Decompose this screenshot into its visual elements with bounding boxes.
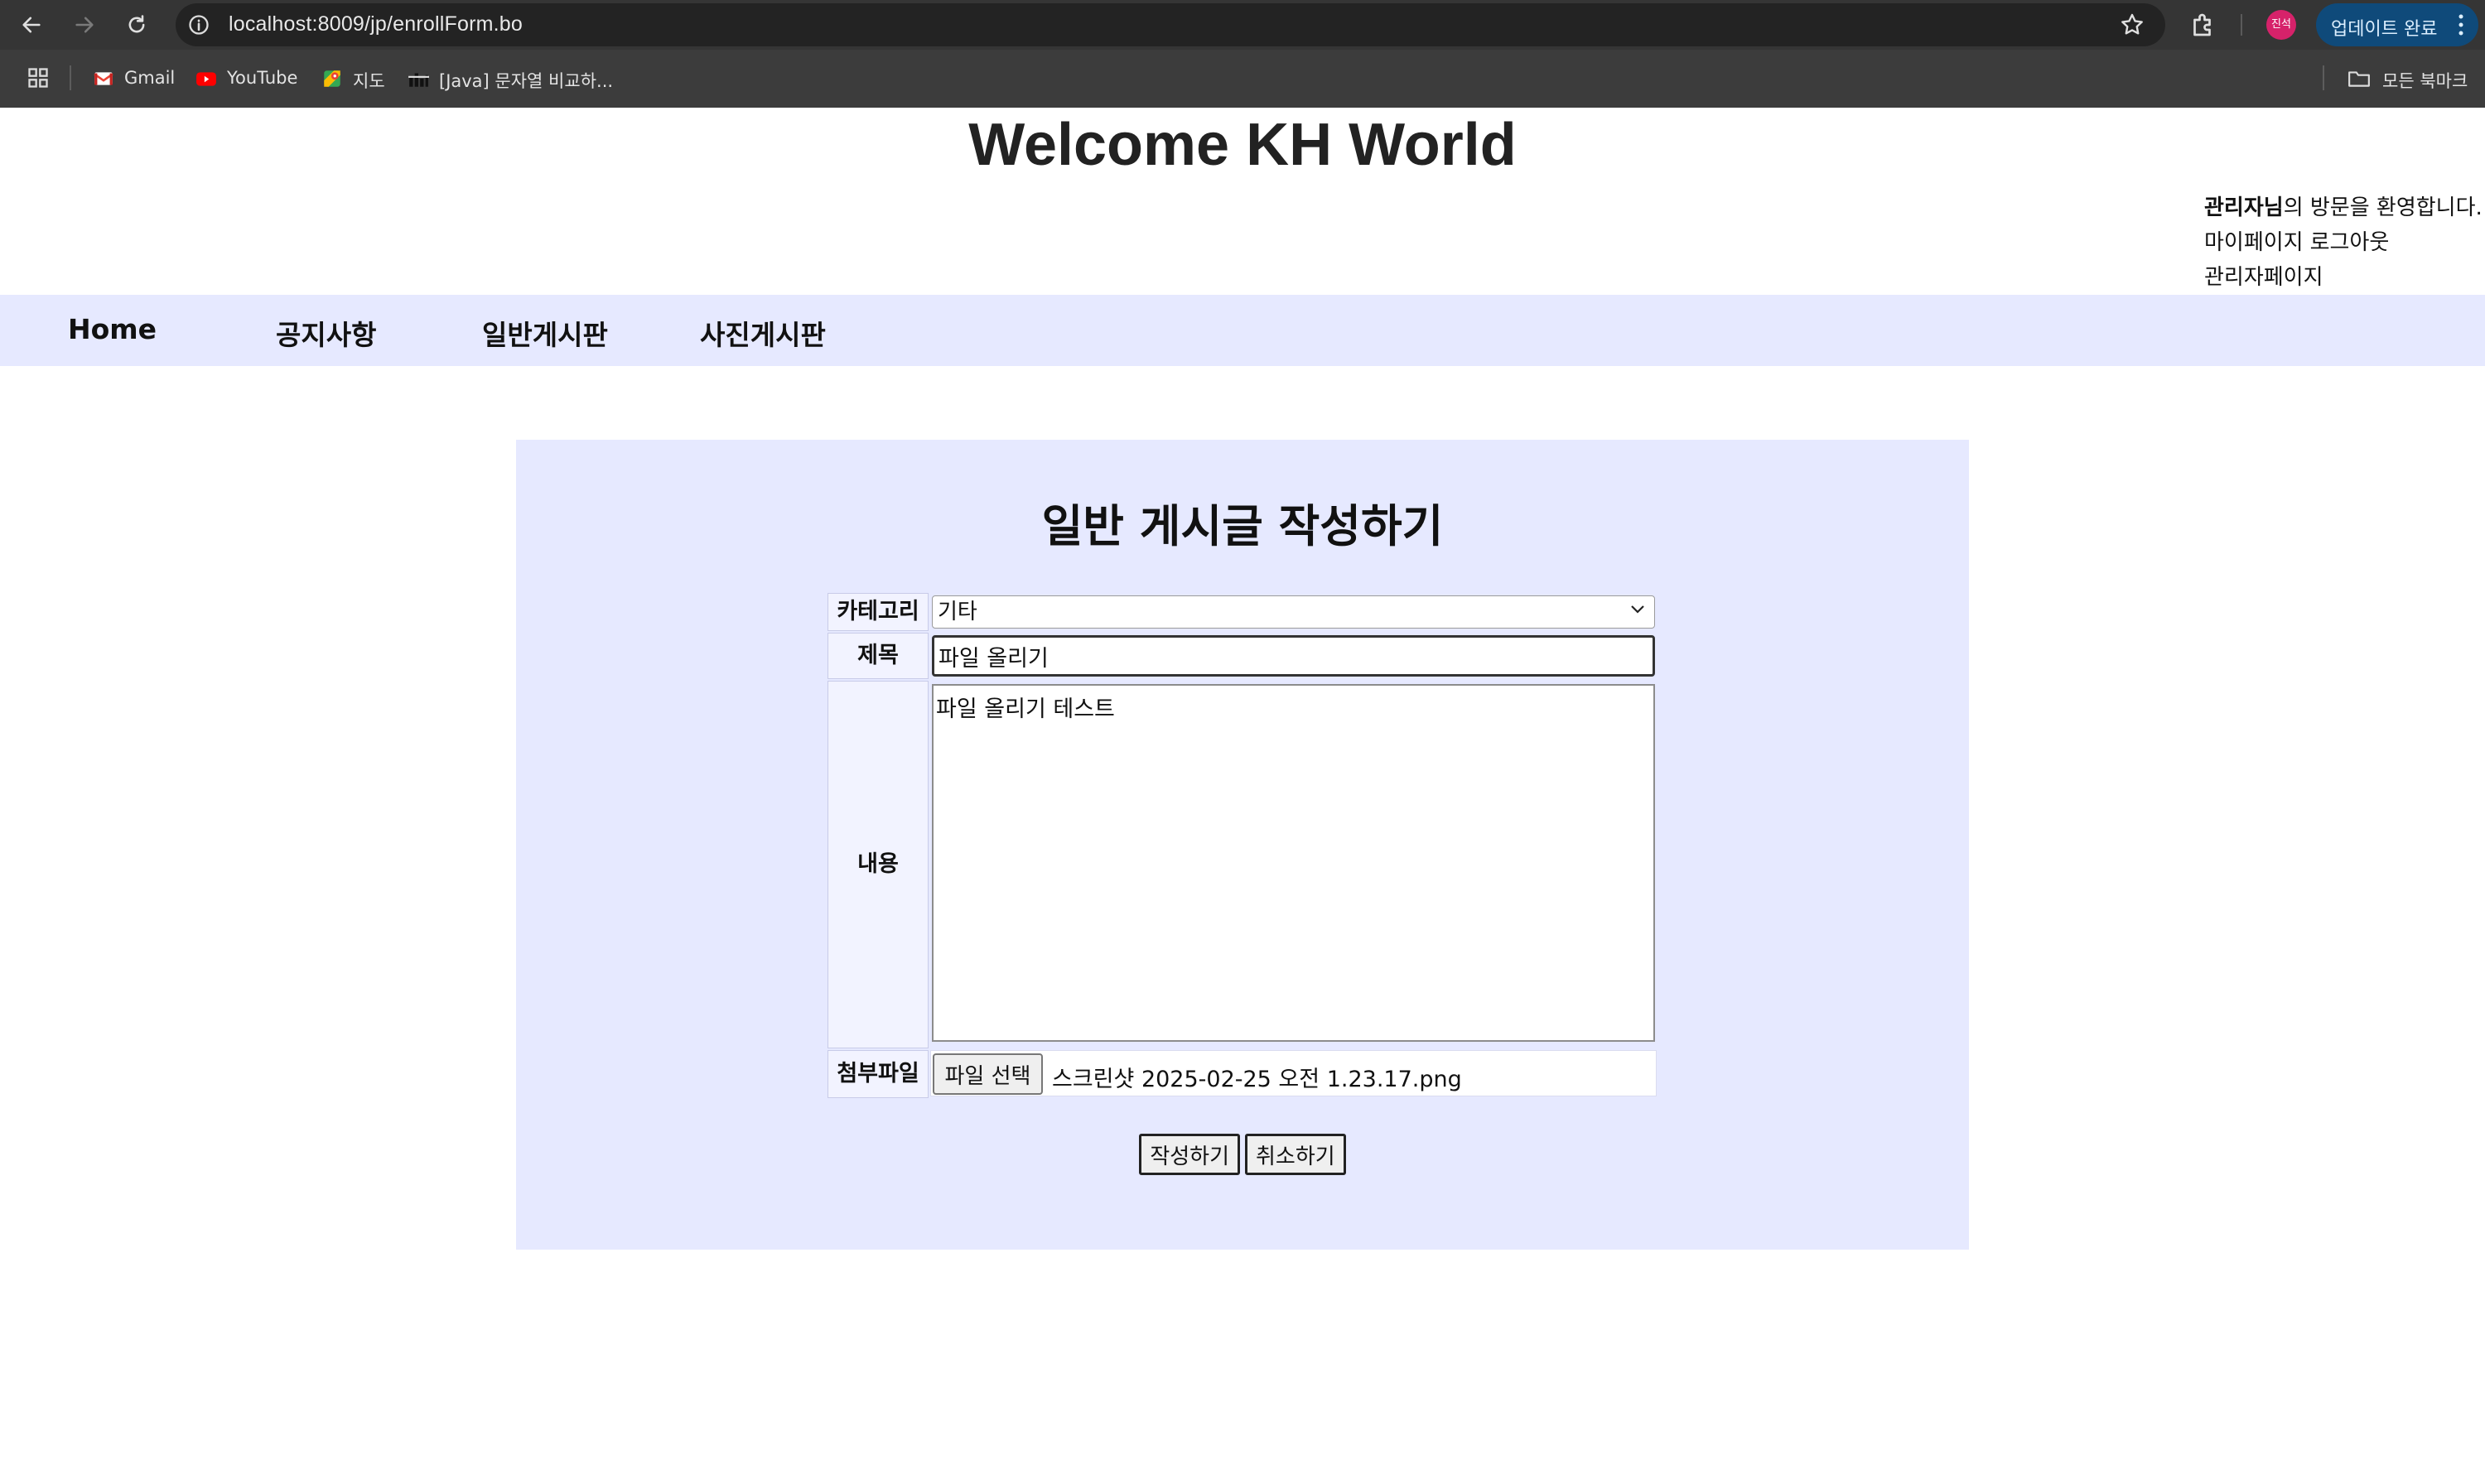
bookmark-label: [Java] 문자열 비교하... [439, 71, 614, 91]
file-cell: 파일 선택 스크린샷 2025-02-25 오전 1.23.17.png [930, 1050, 1657, 1098]
welcome-text: 의 방문을 환영합니다. [2283, 195, 2483, 220]
welcome-line: 관리자님의 방문을 환영합니다. [2204, 190, 2483, 225]
bookmark-label: YouTube [227, 68, 298, 88]
nav-item-board[interactable]: 일반게시판 [482, 313, 608, 353]
update-button[interactable]: 업데이트 완료 [2316, 3, 2478, 46]
title-input[interactable] [932, 635, 1655, 677]
user-name: 관리자님 [2204, 195, 2284, 220]
selected-file-name: 스크린샷 2025-02-25 오전 1.23.17.png [1052, 1067, 1462, 1092]
category-label: 카테고리 [828, 593, 929, 631]
bookmark-label: Gmail [124, 68, 176, 88]
apps-grid-icon[interactable] [27, 66, 50, 89]
maps-icon [324, 70, 340, 87]
bookmarks-right-separator [2323, 65, 2324, 90]
all-bookmarks-label: 모든 북마크 [2382, 71, 2468, 91]
logout-link[interactable]: 로그아웃 [2310, 230, 2390, 255]
bookmarks-separator [70, 65, 71, 90]
bookmarks-bar: Gmail YouTube 지도 [Java] 문자열 비교하... 모든 북마… [0, 50, 2485, 108]
arrow-left-icon [22, 17, 41, 33]
star-icon[interactable] [2119, 12, 2145, 38]
browser-toolbar: localhost:8009/jp/enrollForm.bo 진석 업데이트 … [0, 0, 2485, 50]
forward-button[interactable] [66, 7, 103, 43]
url-text[interactable]: localhost:8009/jp/enrollForm.bo [229, 12, 523, 36]
user-links: 마이페이지 로그아웃 [2204, 225, 2483, 260]
folder-icon [2348, 71, 2370, 87]
nav-item-photo-board[interactable]: 사진게시판 [700, 313, 826, 353]
submit-button[interactable]: 작성하기 [1139, 1134, 1240, 1175]
file-input[interactable]: 파일 선택 스크린샷 2025-02-25 오전 1.23.17.png [930, 1050, 1657, 1096]
admin-row: 관리자페이지 [2204, 260, 2483, 295]
profile-avatar[interactable]: 진석 [2266, 10, 2296, 40]
mypage-link[interactable]: 마이페이지 [2204, 230, 2304, 255]
login-area: 관리자님의 방문을 환영합니다. 마이페이지 로그아웃 관리자페이지 [2204, 190, 2483, 295]
title-label: 제목 [828, 633, 929, 679]
admin-page-link[interactable]: 관리자페이지 [2204, 265, 2323, 290]
reload-icon [128, 15, 145, 33]
choose-file-button[interactable]: 파일 선택 [933, 1053, 1043, 1095]
toolbar-separator [2241, 14, 2242, 36]
back-button[interactable] [13, 7, 50, 43]
bookmark-label: 지도 [353, 71, 385, 91]
browser-chrome: localhost:8009/jp/enrollForm.bo 진석 업데이트 … [0, 0, 2485, 108]
extensions-icon[interactable] [2188, 10, 2218, 40]
tistory-icon [408, 73, 429, 87]
nav-item-notice[interactable]: 공지사항 [276, 313, 376, 353]
category-cell: 기타 [930, 593, 1657, 631]
address-bar[interactable]: localhost:8009/jp/enrollForm.bo [176, 3, 2165, 46]
category-select[interactable]: 기타 [932, 595, 1655, 629]
form-heading: 일반 게시글 작성하기 [1041, 500, 1444, 552]
menu-dots-icon [2458, 14, 2463, 36]
page-title: Welcome KH World [968, 112, 1517, 178]
enroll-form-panel: 일반 게시글 작성하기 카테고리 기타 제목 내용 파일 올리기 테스트 첨부파… [516, 440, 1969, 1250]
content-cell: 파일 올리기 테스트 [930, 681, 1657, 1048]
title-cell [930, 633, 1657, 679]
form-actions: 작성하기 취소하기 [516, 1134, 1969, 1175]
main-nav: Home 공지사항 일반게시판 사진게시판 [0, 295, 2485, 366]
info-icon[interactable] [187, 13, 210, 36]
content-label: 내용 [828, 681, 929, 1048]
file-label: 첨부파일 [828, 1050, 929, 1098]
nav-item-home[interactable]: Home [68, 313, 157, 345]
content-textarea[interactable]: 파일 올리기 테스트 [932, 684, 1655, 1042]
cancel-button[interactable]: 취소하기 [1245, 1134, 1346, 1175]
gmail-icon [94, 72, 113, 85]
arrow-right-icon [75, 17, 94, 33]
reload-button[interactable] [118, 7, 155, 43]
update-label: 업데이트 완료 [2331, 19, 2438, 40]
youtube-icon [196, 72, 216, 86]
